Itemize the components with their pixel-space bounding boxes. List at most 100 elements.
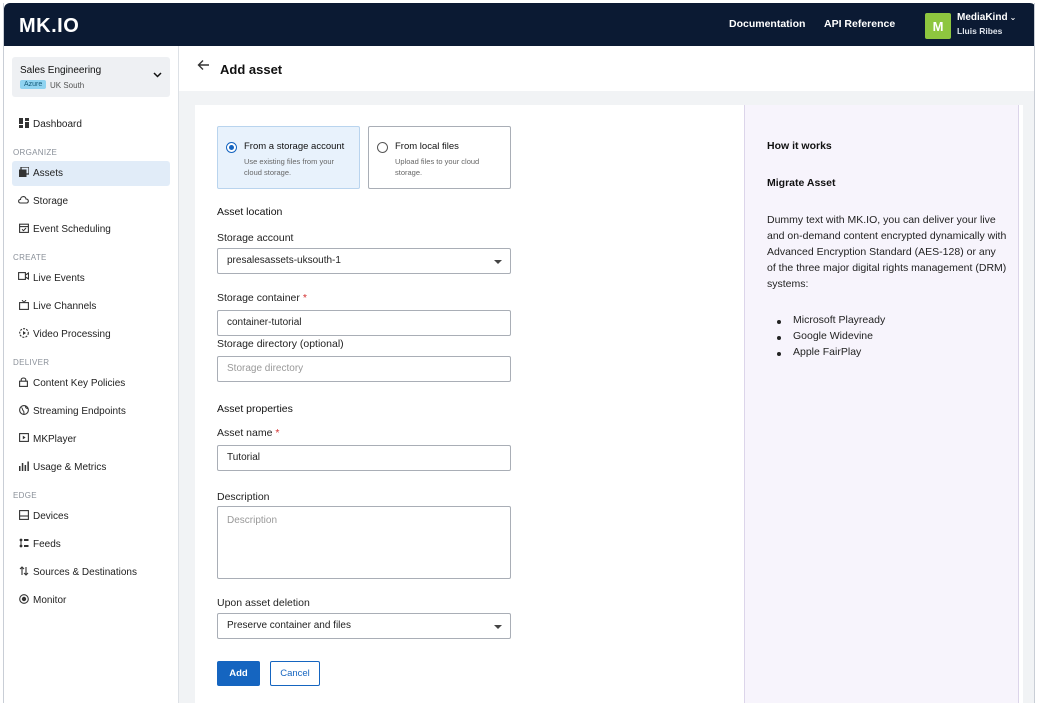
sidebar-item-label: Sources & Destinations	[33, 567, 137, 578]
sidebar-item-label: Monitor	[33, 595, 67, 606]
help-heading: How it works	[767, 140, 832, 152]
add-button[interactable]: Add	[217, 661, 260, 686]
option-description: Upload files to your cloud storage.	[395, 157, 480, 177]
sidebar-item-label: Streaming Endpoints	[33, 406, 126, 417]
sidebar-item-storage[interactable]: Storage	[12, 189, 170, 214]
storage-account-label: Storage account	[217, 232, 294, 244]
label-text: Storage container	[217, 292, 300, 304]
region-label: UK South	[50, 81, 85, 90]
radio-button[interactable]	[377, 142, 388, 153]
help-panel: How it works Migrate Asset Dummy text wi…	[744, 105, 1019, 703]
sidebar-item-monitor[interactable]: Monitor	[12, 588, 170, 613]
selected-value: presalesassets-uksouth-1	[227, 255, 341, 266]
section-label-create: CREATE	[13, 253, 47, 262]
description-textarea[interactable]: Description	[217, 506, 511, 579]
storage-directory-input[interactable]: Storage directory	[217, 356, 511, 382]
avatar[interactable]: M	[925, 13, 951, 39]
list-item: Microsoft Playready	[767, 314, 1007, 330]
sidebar-item-label: Feeds	[33, 539, 61, 550]
asset-name-label: Asset name *	[217, 427, 279, 439]
cancel-button[interactable]: Cancel	[270, 661, 320, 686]
deletion-policy-select[interactable]: Preserve container and files	[217, 613, 511, 639]
sidebar-item-label: Live Channels	[33, 301, 97, 312]
sidebar-item-label: Usage & Metrics	[33, 462, 107, 473]
sidebar-item-assets[interactable]: Assets	[12, 161, 170, 186]
source-option-storage-account[interactable]: From a storage account Use existing file…	[217, 126, 360, 189]
section-label-deliver: DELIVER	[13, 358, 50, 367]
section-title-asset-properties: Asset properties	[217, 403, 293, 415]
list-item: Apple FairPlay	[767, 346, 1007, 362]
asset-name-input[interactable]: Tutorial	[217, 445, 511, 471]
storage-account-select[interactable]: presalesassets-uksouth-1	[217, 248, 511, 274]
radio-button[interactable]	[226, 142, 237, 153]
arrows-exchange-icon	[18, 566, 29, 577]
main-area: Add asset From a storage account Use exi…	[179, 46, 1034, 703]
organization-selector[interactable]: Sales Engineering Azure UK South	[12, 57, 170, 97]
section-label-edge: EDGE	[13, 491, 37, 500]
sidebar-item-label: Event Scheduling	[33, 224, 111, 235]
sidebar-item-usage-metrics[interactable]: Usage & Metrics	[12, 455, 170, 480]
calendar-icon	[18, 223, 29, 234]
list-item: Google Widevine	[767, 330, 1007, 346]
cloud-badge: Azure	[20, 80, 47, 89]
option-title: From a storage account	[244, 141, 345, 152]
storage-container-input[interactable]: container-tutorial	[217, 310, 511, 336]
globe-icon	[18, 405, 29, 416]
app-window: MK.IO Documentation API Reference M Medi…	[3, 3, 1035, 703]
user-name: Lluis Ribes	[957, 26, 1003, 36]
deletion-policy-label: Upon asset deletion	[217, 597, 310, 609]
sidebar-item-feeds[interactable]: Feeds	[12, 532, 170, 557]
sidebar: Sales Engineering Azure UK South Dashboa…	[4, 46, 179, 703]
sidebar-item-content-key-policies[interactable]: Content Key Policies	[12, 371, 170, 396]
player-icon	[18, 433, 29, 444]
source-option-local-files[interactable]: From local files Upload files to your cl…	[368, 126, 511, 189]
api-reference-link[interactable]: API Reference	[824, 18, 895, 30]
page-title: Add asset	[220, 62, 283, 77]
video-camera-icon	[18, 271, 30, 283]
device-icon	[18, 510, 29, 521]
org-switcher[interactable]: MediaKind ⌄	[957, 12, 1016, 23]
sidebar-item-dashboard[interactable]: Dashboard	[12, 112, 170, 137]
org-name: MediaKind	[957, 12, 1008, 23]
feeds-icon	[18, 538, 29, 549]
processing-icon	[18, 328, 29, 339]
sidebar-item-live-channels[interactable]: Live Channels	[12, 294, 170, 319]
sidebar-item-mkplayer[interactable]: MKPlayer	[12, 427, 170, 452]
top-bar: MK.IO Documentation API Reference M Medi…	[4, 3, 1034, 46]
sidebar-item-video-processing[interactable]: Video Processing	[12, 322, 170, 347]
option-title: From local files	[395, 141, 459, 152]
sidebar-item-sources-destinations[interactable]: Sources & Destinations	[12, 560, 170, 585]
label-text: Asset name	[217, 427, 273, 439]
sidebar-item-label: Devices	[33, 511, 69, 522]
sidebar-item-label: Assets	[33, 168, 64, 179]
required-marker: *	[275, 427, 280, 439]
sidebar-item-event-scheduling[interactable]: Event Scheduling	[12, 217, 170, 242]
option-description: Use existing files from your cloud stora…	[244, 157, 335, 177]
sidebar-item-label: Content Key Policies	[33, 378, 126, 389]
documentation-link[interactable]: Documentation	[729, 18, 805, 30]
storage-container-label: Storage container *	[217, 292, 307, 304]
bar-chart-icon	[18, 461, 29, 472]
app-logo[interactable]: MK.IO	[19, 15, 79, 38]
tv-icon	[18, 299, 29, 311]
required-marker: *	[302, 292, 307, 304]
back-arrow-icon[interactable]	[197, 58, 210, 76]
help-body-text: Dummy text with MK.IO, you can deliver y…	[767, 214, 1007, 290]
sidebar-item-label: Live Events	[33, 273, 85, 284]
sidebar-item-live-events[interactable]: Live Events	[12, 266, 170, 291]
help-subheading: Migrate Asset	[767, 177, 836, 189]
chevron-down-icon	[153, 70, 162, 81]
sidebar-item-label: Dashboard	[33, 119, 82, 130]
assets-icon	[18, 166, 30, 178]
sidebar-item-label: Storage	[33, 196, 69, 207]
cloud-icon	[18, 195, 29, 206]
sidebar-item-label: MKPlayer	[33, 434, 77, 445]
chevron-down-icon: ⌄	[1009, 13, 1017, 22]
page-header: Add asset	[179, 46, 1034, 91]
monitor-icon	[18, 594, 29, 605]
sidebar-item-devices[interactable]: Devices	[12, 504, 170, 529]
section-label-organize: ORGANIZE	[13, 148, 58, 157]
caret-down-icon	[494, 625, 502, 629]
sidebar-item-streaming-endpoints[interactable]: Streaming Endpoints	[12, 399, 170, 424]
lock-icon	[18, 377, 29, 388]
